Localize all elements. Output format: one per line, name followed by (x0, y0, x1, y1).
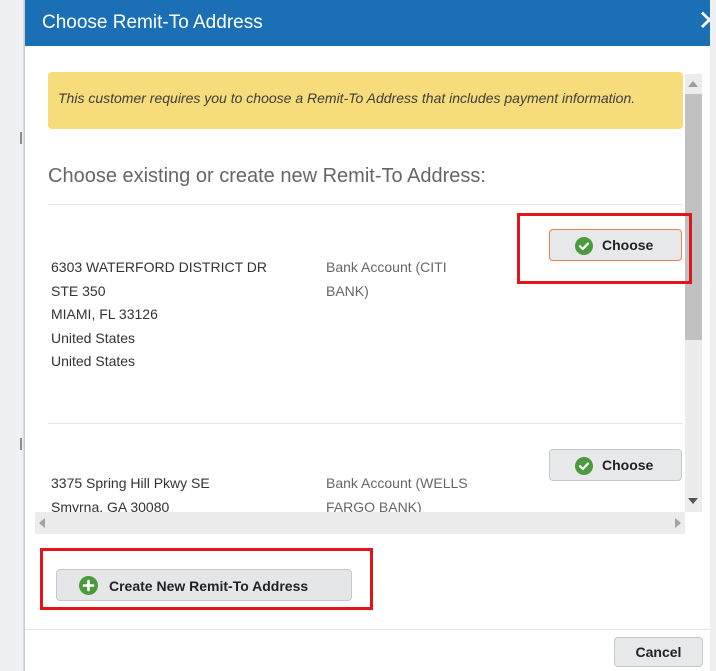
address-line: 3375 Spring Hill Pkwy SE (51, 475, 210, 491)
bank-account-line: Bank Account (CITI (326, 259, 447, 275)
background-page-edge-right (710, 0, 716, 671)
create-button-label: Create New Remit-To Address (109, 578, 309, 594)
scroll-left-arrow-icon[interactable] (39, 518, 45, 528)
choose-button-label: Choose (602, 457, 654, 473)
section-heading: Choose existing or create new Remit-To A… (48, 165, 486, 187)
bank-account-line: BANK) (326, 282, 369, 299)
notice-banner: This customer requires you to choose a R… (48, 72, 683, 129)
bank-account-info: Bank Account (CITI BANK) (326, 256, 506, 303)
address-block: 6303 WATERFORD DISTRICT DR STE 350 MIAMI… (51, 256, 267, 374)
address-line: United States (51, 329, 136, 346)
page: Choose Remit-To Address ✕ This customer … (0, 0, 716, 671)
bank-account-line: Bank Account (WELLS (326, 475, 468, 491)
check-circle-icon (575, 237, 593, 255)
scroll-down-arrow-icon[interactable] (688, 498, 698, 504)
divider (48, 204, 683, 205)
address-line: MIAMI, FL 33126 (51, 306, 158, 322)
address-line: 6303 WATERFORD DISTRICT DR (51, 259, 267, 275)
background-tick (20, 438, 22, 450)
bank-account-line: FARGO BANK) (326, 498, 422, 513)
bank-account-info: Bank Account (WELLS FARGO BANK) (326, 472, 506, 512)
dialog-content: This customer requires you to choose a R… (25, 46, 685, 512)
horizontal-scrollbar[interactable] (35, 512, 685, 534)
address-line: STE 350 (51, 282, 106, 299)
scroll-up-arrow-icon[interactable] (688, 81, 698, 87)
address-line: United States (51, 353, 136, 369)
choose-button-label: Choose (602, 237, 654, 253)
choose-button[interactable]: Choose (549, 449, 682, 481)
footer-divider (25, 629, 716, 630)
address-line: Smyrna, GA 30080 (51, 498, 170, 513)
dialog-scroll-area[interactable]: This customer requires you to choose a R… (25, 46, 716, 540)
cancel-button[interactable]: Cancel (614, 637, 703, 667)
notice-text: This customer requires you to choose a R… (58, 90, 636, 106)
remit-to-dialog: Choose Remit-To Address ✕ This customer … (24, 0, 716, 671)
check-circle-icon (575, 457, 593, 475)
plus-circle-icon (79, 576, 98, 595)
vertical-scrollbar[interactable] (685, 74, 702, 512)
address-block: 3375 Spring Hill Pkwy SE Smyrna, GA 3008… (51, 472, 210, 512)
scrollbar-thumb[interactable] (685, 94, 702, 340)
dialog-title-bar: Choose Remit-To Address ✕ (25, 0, 716, 46)
create-new-remit-to-button[interactable]: Create New Remit-To Address (56, 569, 352, 601)
scroll-right-arrow-icon[interactable] (675, 518, 681, 528)
background-page-edge (0, 0, 24, 671)
background-tick (20, 132, 22, 144)
dialog-title: Choose Remit-To Address (42, 12, 263, 33)
divider (48, 423, 683, 424)
choose-button[interactable]: Choose (549, 229, 682, 261)
